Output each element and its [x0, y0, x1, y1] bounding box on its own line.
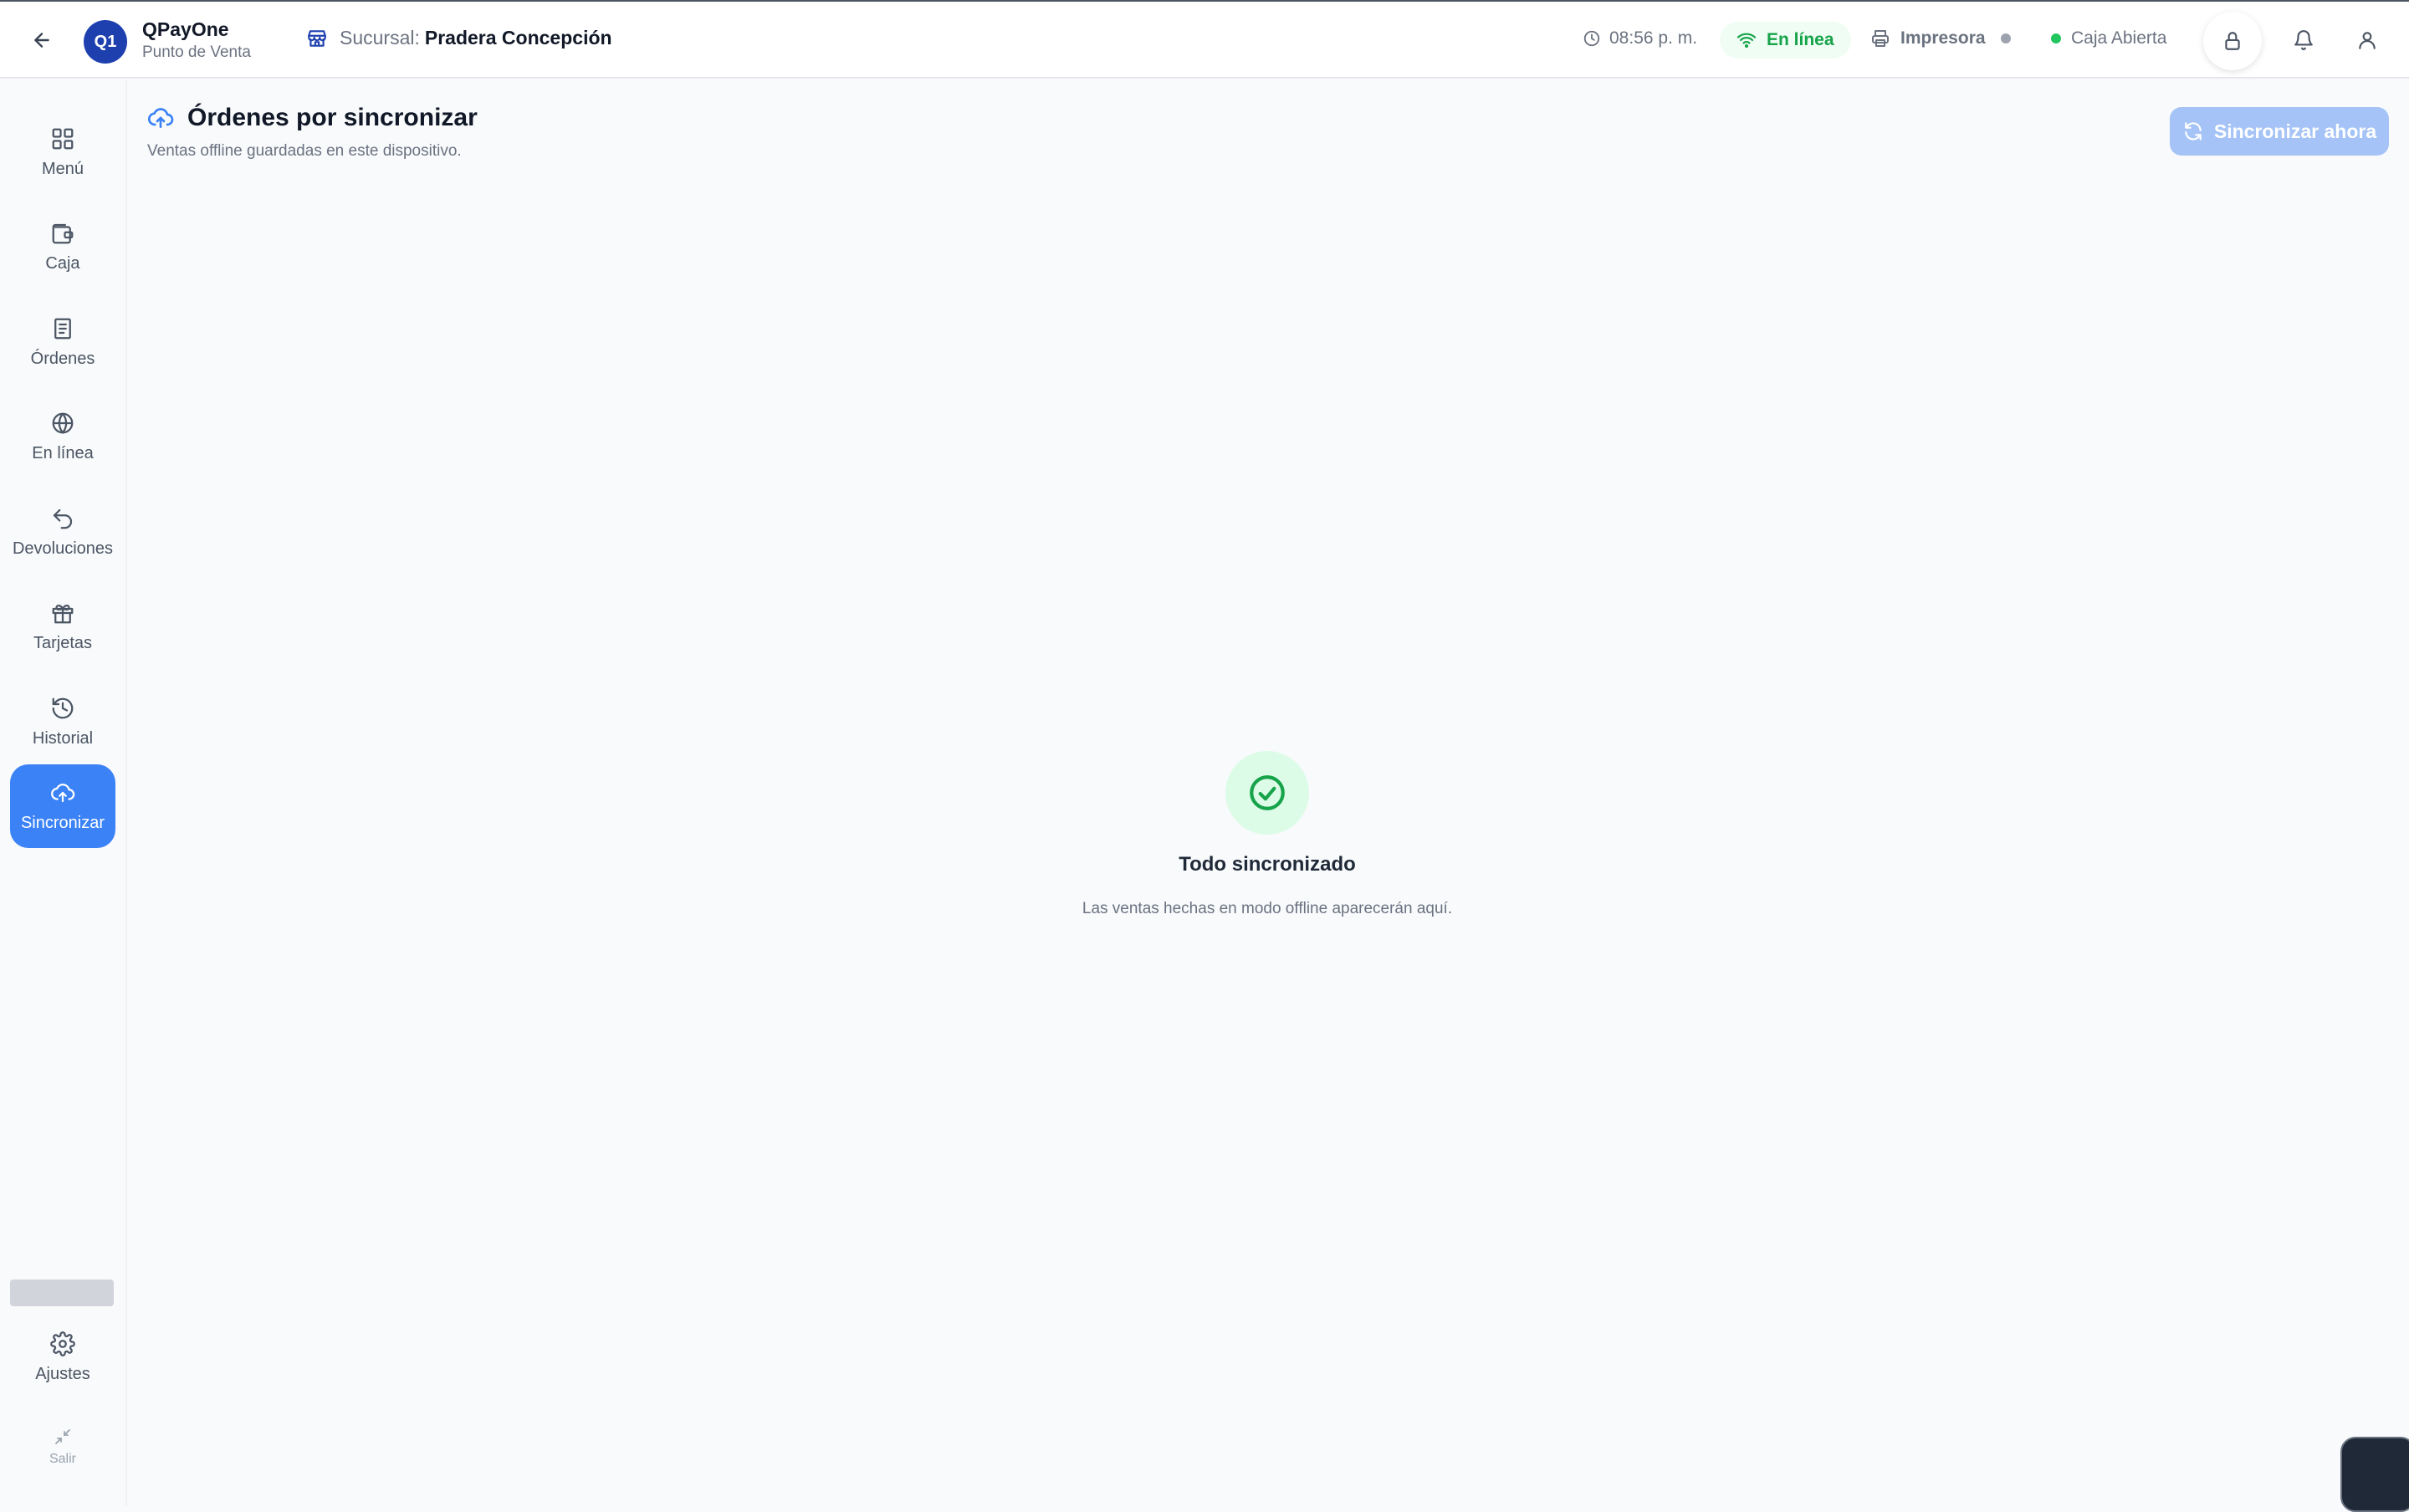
- sidebar-item-label: Menú: [41, 159, 84, 178]
- connection-status-text: En línea: [1767, 30, 1834, 49]
- sidebar-item-label: Caja: [45, 253, 80, 273]
- top-header: Q1 QPayOne Punto de Venta Sucursal: Prad…: [0, 2, 2409, 79]
- cloud-upload-icon: [51, 783, 75, 802]
- history-icon: [52, 697, 74, 718]
- user-menu-button[interactable]: [2350, 23, 2384, 57]
- lock-icon: [2225, 32, 2240, 50]
- sidebar-item-label: Historial: [32, 728, 94, 748]
- printer-icon: [1872, 30, 1889, 47]
- sync-now-label: Sincronizar ahora: [2213, 120, 2377, 142]
- brand-name: QPayOne: [142, 18, 229, 40]
- sidebar-item-label: Ajustes: [35, 1365, 90, 1383]
- gift-icon: [52, 604, 74, 623]
- notifications-button[interactable]: [2287, 23, 2320, 57]
- success-indicator: [1225, 751, 1309, 835]
- printer-status-dot: [2000, 33, 2011, 43]
- sidebar-item-ordenes[interactable]: Órdenes: [10, 300, 115, 384]
- store-icon: [308, 29, 326, 47]
- sidebar-item-en-linea[interactable]: En línea: [10, 395, 115, 478]
- empty-state-title: Todo sincronizado: [1179, 853, 1356, 876]
- sidebar: Menú Caja Órdenes En línea Devoluciones …: [0, 80, 127, 1505]
- sidebar-item-ajustes[interactable]: Ajustes: [10, 1331, 115, 1384]
- cloud-upload-icon: [148, 108, 174, 128]
- brand-subtitle: Punto de Venta: [142, 43, 251, 61]
- arrow-left-icon: [34, 33, 49, 48]
- floating-widget[interactable]: [2340, 1437, 2409, 1512]
- sidebar-item-label: Salir: [49, 1452, 76, 1466]
- sidebar-item-label: En línea: [32, 443, 94, 462]
- sidebar-item-menu[interactable]: Menú: [10, 110, 115, 194]
- sidebar-item-devoluciones[interactable]: Devoluciones: [10, 490, 115, 574]
- grid-icon: [52, 128, 74, 149]
- sidebar-item-historial[interactable]: Historial: [10, 680, 115, 764]
- brand-logo: Q1: [84, 20, 127, 64]
- sidebar-item-sincronizar[interactable]: Sincronizar: [10, 764, 115, 848]
- page-subtitle: Ventas offline guardadas en este disposi…: [147, 142, 462, 160]
- branch-name: Pradera Concepción: [424, 27, 612, 49]
- clock-time: 08:56 p. m.: [1609, 28, 1698, 48]
- page-title: Órdenes por sincronizar: [187, 104, 478, 131]
- sidebar-item-tarjetas[interactable]: Tarjetas: [10, 585, 115, 668]
- register-status-dot: [2051, 33, 2061, 43]
- empty-state: Todo sincronizado Las ventas hechas en m…: [1016, 751, 1518, 918]
- clock: 08:56 p. m.: [1583, 28, 1697, 49]
- check-circle-icon: [1250, 775, 1285, 810]
- receipt-icon: [54, 318, 71, 339]
- branch-label: Sucursal:: [340, 27, 420, 49]
- printer-status[interactable]: Impresora: [1870, 28, 2011, 49]
- sidebar-item-label: Sincronizar: [20, 813, 105, 832]
- sidebar-item-label: Devoluciones: [12, 539, 114, 558]
- lock-button[interactable]: [2203, 12, 2262, 70]
- undo-icon: [53, 508, 73, 529]
- bell-icon: [2294, 30, 2313, 50]
- minimize-icon: [55, 1429, 70, 1444]
- branch-selector[interactable]: Sucursal: Pradera Concepción: [306, 27, 612, 49]
- gear-icon: [50, 1331, 75, 1356]
- wifi-icon: [1736, 33, 1757, 49]
- refresh-icon: [2185, 122, 2202, 140]
- sidebar-item-salir[interactable]: Salir: [10, 1427, 115, 1467]
- empty-state-description: Las ventas hechas en modo offline aparec…: [1082, 900, 1453, 917]
- register-status: Caja Abierta: [2051, 28, 2166, 49]
- sidebar-item-label: Tarjetas: [33, 633, 93, 652]
- sync-now-button[interactable]: Sincronizar ahora: [2170, 107, 2389, 156]
- connection-status-badge: En línea: [1720, 22, 1851, 59]
- globe-icon: [52, 412, 74, 434]
- user-icon: [2359, 32, 2376, 49]
- sidebar-item-caja[interactable]: Caja: [10, 205, 115, 289]
- page-header: Órdenes por sincronizar: [147, 104, 478, 132]
- register-status-text: Caja Abierta: [2071, 28, 2167, 48]
- printer-label: Impresora: [1900, 28, 1986, 48]
- sidebar-placeholder-bar: [10, 1280, 114, 1306]
- sidebar-item-label: Órdenes: [30, 349, 95, 368]
- back-button[interactable]: [25, 23, 59, 57]
- clock-icon: [1583, 30, 1600, 47]
- wallet-icon: [52, 223, 74, 243]
